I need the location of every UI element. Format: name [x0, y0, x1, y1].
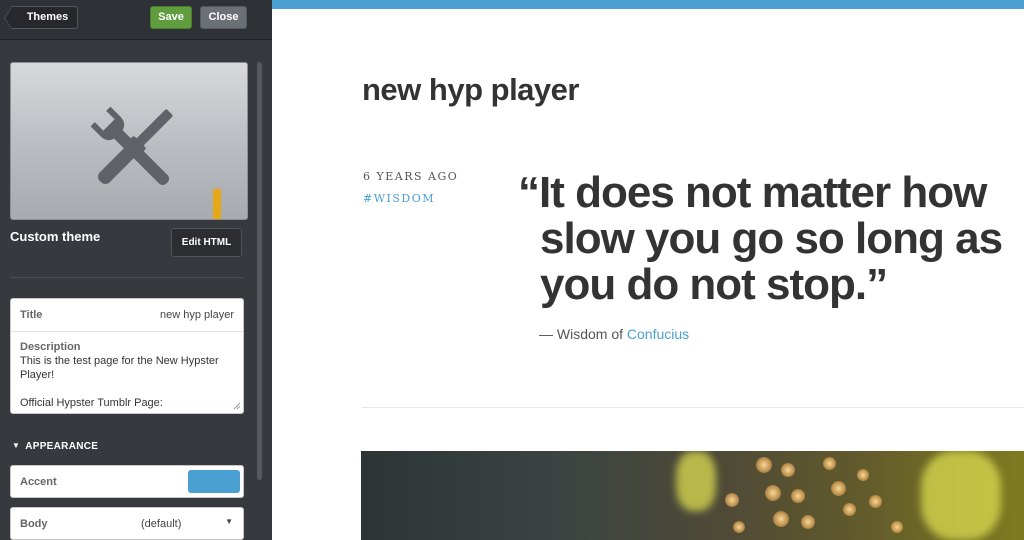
photo-bokeh	[869, 495, 882, 508]
attribution-prefix: — Wisdom of	[539, 326, 627, 342]
photo-light	[676, 451, 716, 511]
title-field[interactable]: Title new hyp player	[11, 299, 243, 332]
photo-bokeh	[765, 485, 781, 501]
post-divider	[362, 407, 1024, 408]
post-tag[interactable]: #WISDOM	[363, 192, 458, 205]
quote-text: “It does not matter how slow you go so l…	[518, 168, 1003, 309]
post-meta: 6 YEARS AGO #WISDOM	[363, 170, 458, 205]
photo-bokeh	[773, 511, 789, 527]
blog-preview: new hyp player 6 YEARS AGO #WISDOM “It d…	[272, 0, 1024, 540]
sidebar-divider	[10, 277, 244, 278]
title-label: Title	[20, 309, 43, 321]
blog-title[interactable]: new hyp player	[362, 72, 579, 108]
photo-bokeh	[733, 521, 745, 533]
photo-bokeh	[791, 489, 805, 503]
photo-bokeh	[891, 521, 903, 533]
appearance-label: APPEARANCE	[25, 441, 99, 452]
accent-color-swatch[interactable]	[188, 470, 240, 493]
accent-label: Accent	[20, 476, 57, 488]
photo-bokeh	[857, 469, 869, 481]
accent-bar	[272, 0, 1024, 9]
description-field[interactable]: Description This is the test page for th…	[11, 332, 243, 412]
theme-thumbnail[interactable]	[10, 62, 248, 220]
caret-down-icon: ▼	[225, 517, 233, 526]
photo-bokeh	[781, 463, 795, 477]
photo-bokeh	[725, 493, 739, 507]
attribution-link[interactable]: Confucius	[627, 326, 689, 342]
photo-bokeh	[843, 503, 856, 516]
post-date[interactable]: 6 YEARS AGO	[363, 170, 458, 183]
post-photo[interactable]	[361, 451, 1024, 540]
post-quote: “It does not matter how slow you go so l…	[518, 170, 1018, 308]
tools-icon	[90, 106, 173, 186]
sidebar-scrollbar-thumb[interactable]	[257, 62, 262, 480]
sidebar-header: Themes Save Close	[0, 0, 272, 40]
description-textarea[interactable]: This is the test page for the New Hypste…	[20, 354, 234, 410]
theme-editor-sidebar: Themes Save Close Custom theme Edit HTML	[0, 0, 272, 540]
down-arrow-icon	[213, 189, 221, 219]
body-font-option[interactable]: Body (default) ▼	[10, 507, 244, 540]
description-label: Description	[20, 341, 81, 353]
title-description-panel: Title new hyp player Description This is…	[10, 298, 244, 414]
resize-handle-icon[interactable]	[233, 402, 241, 410]
save-button[interactable]: Save	[150, 6, 192, 29]
body-font-select[interactable]: (default)	[141, 518, 181, 530]
photo-bokeh	[823, 457, 836, 470]
photo-bokeh	[756, 457, 772, 473]
photo-bokeh	[801, 515, 815, 529]
title-input[interactable]: new hyp player	[160, 309, 234, 321]
caret-down-icon: ▼	[12, 441, 21, 450]
quote-attribution: — Wisdom of Confucius	[539, 326, 689, 342]
appearance-section-header[interactable]: ▼ APPEARANCE	[12, 441, 98, 452]
accent-color-option[interactable]: Accent	[10, 465, 244, 498]
body-label: Body	[20, 518, 48, 530]
themes-back-button[interactable]: Themes	[4, 6, 78, 30]
close-button[interactable]: Close	[200, 6, 247, 29]
edit-html-button[interactable]: Edit HTML	[171, 228, 242, 257]
photo-light	[921, 451, 1001, 540]
photo-bokeh	[831, 481, 846, 496]
theme-name: Custom theme	[10, 229, 101, 244]
